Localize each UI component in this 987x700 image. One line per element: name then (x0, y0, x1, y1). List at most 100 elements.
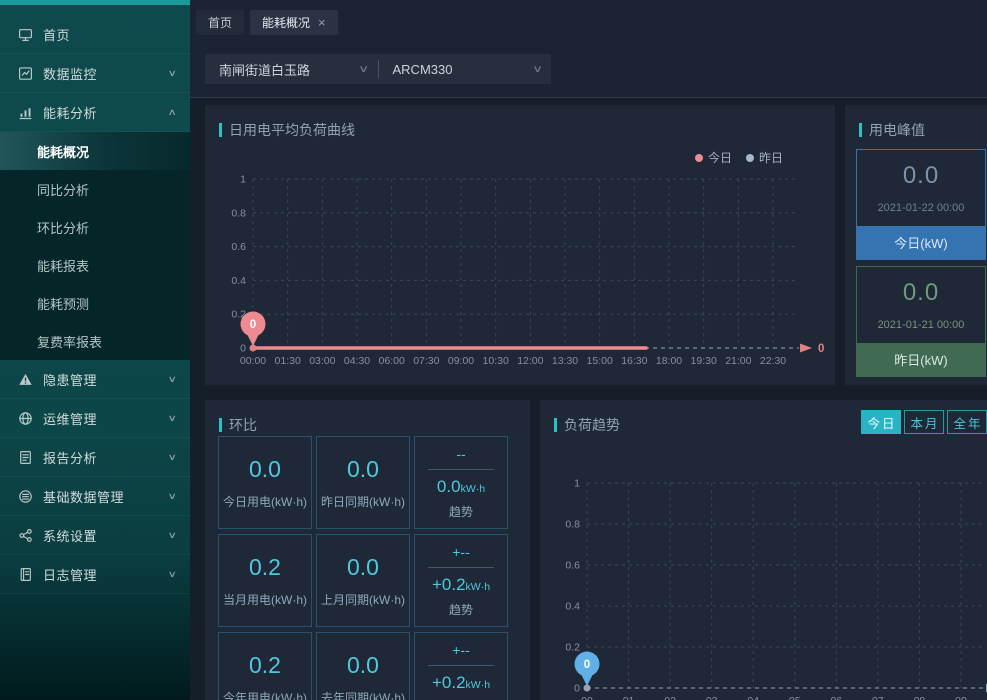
svg-text:00:00: 00:00 (240, 355, 266, 367)
sidebar-item[interactable]: 日志管理∨ (0, 555, 190, 594)
sidebar-item[interactable]: 系统设置∨ (0, 516, 190, 555)
title-accent-bar (219, 418, 222, 432)
daily-load-curve-chart: 00.20.40.60.8100:0001:3003:0004:3006:000… (213, 163, 827, 379)
sidebar-item-label: 运维管理 (43, 409, 169, 428)
svg-text:0.2: 0.2 (565, 642, 580, 654)
sidebar-subitem-label: 能耗预测 (37, 294, 89, 313)
svg-text:0.6: 0.6 (231, 241, 246, 253)
svg-text:07:30: 07:30 (413, 355, 439, 367)
svg-text:16:30: 16:30 (621, 355, 647, 367)
comparison-card: +--+0.2kW·h趋势 (414, 534, 508, 627)
sidebar-item-label: 日志管理 (43, 565, 169, 584)
tab[interactable]: 能耗概况× (250, 10, 338, 35)
station-select[interactable]: 南闸街道白玉路 ∨ (205, 54, 378, 84)
sidebar-item-label: 隐患管理 (43, 370, 169, 389)
panel-title: 日用电平均负荷曲线 (219, 120, 355, 140)
svg-text:0.8: 0.8 (231, 207, 246, 219)
sidebar-subitem[interactable]: 能耗预测 (0, 284, 190, 322)
panel-title: 负荷趋势 (554, 415, 620, 435)
sidebar-item[interactable]: 数据监控∨ (0, 54, 190, 93)
sidebar-subitem[interactable]: 能耗概况 (0, 132, 190, 170)
peak-card-label: 昨日(kW) (856, 344, 986, 377)
sidebar-subitem[interactable]: 同比分析 (0, 170, 190, 208)
close-icon[interactable]: × (318, 16, 326, 29)
trend-value-number: +0.2 (432, 575, 466, 594)
svg-text:03: 03 (706, 695, 718, 700)
device-select[interactable]: ARCM330 ∨ (379, 54, 552, 84)
sidebar-item-label: 基础数据管理 (43, 487, 169, 506)
sidebar-item[interactable]: 基础数据管理∨ (0, 477, 190, 516)
comparison-label: 去年同期(kW·h) (321, 689, 405, 700)
sidebar-item[interactable]: 运维管理∨ (0, 399, 190, 438)
device-select-value: ARCM330 (393, 62, 534, 77)
comparison-card: 0.2 当月用电(kW·h) (218, 534, 312, 627)
base-data-icon (18, 489, 33, 504)
svg-text:10:30: 10:30 (483, 355, 509, 367)
peak-card: 0.02021-01-22 00:00今日(kW) (856, 149, 986, 260)
main-header: 首页 能耗概况× 南闸街道白玉路 ∨ ARCM330 ∨ (190, 0, 987, 98)
sidebar-item[interactable]: 隐患管理∨ (0, 360, 190, 399)
title-accent-bar (219, 123, 222, 137)
chevron-down-icon: ∨ (168, 491, 177, 502)
panel-title-text: 用电峰值 (869, 120, 925, 140)
svg-text:0.6: 0.6 (565, 560, 580, 572)
svg-text:01: 01 (623, 695, 635, 700)
peak-cards: 0.02021-01-22 00:00今日(kW)0.02021-01-21 0… (856, 149, 986, 377)
range-button[interactable]: 本月 (904, 410, 944, 434)
svg-text:0: 0 (240, 343, 246, 355)
peak-value: 0.0 (857, 279, 985, 307)
svg-text:13:30: 13:30 (552, 355, 578, 367)
hazard-icon (18, 372, 33, 387)
comparison-value: 0.2 (249, 652, 281, 679)
sidebar-subitem-label: 复费率报表 (37, 332, 102, 351)
peak-card-body: 0.02021-01-21 00:00 (856, 266, 986, 344)
sidebar-subitem[interactable]: 环比分析 (0, 208, 190, 246)
svg-text:1: 1 (240, 174, 246, 186)
svg-text:21:00: 21:00 (725, 355, 751, 367)
sidebar-subitem-label: 环比分析 (37, 218, 89, 237)
sidebar-item[interactable]: 报告分析∨ (0, 438, 190, 477)
title-accent-bar (859, 123, 862, 137)
comparison-card: 0.0昨日同期(kW·h) (316, 436, 410, 529)
panel-title: 环比 (219, 415, 257, 435)
comparison-card: 0.0 去年同期(kW·h) (316, 632, 410, 700)
sidebar-item-label: 系统设置 (43, 526, 169, 545)
trend-value-unit: kW·h (466, 581, 491, 593)
ops-icon (18, 411, 33, 426)
svg-text:09: 09 (955, 695, 967, 700)
svg-text:07: 07 (872, 695, 884, 700)
tab-label: 首页 (208, 14, 232, 31)
svg-text:0: 0 (574, 683, 580, 695)
home-icon (18, 27, 33, 42)
peak-card-body: 0.02021-01-22 00:00 (856, 149, 986, 227)
sidebar-item[interactable]: 首页 (0, 15, 190, 54)
trend-label: 趋势 (449, 601, 473, 618)
svg-text:0.8: 0.8 (565, 519, 580, 531)
range-button[interactable]: 今日 (861, 410, 901, 434)
sidebar-item[interactable]: 能耗分析∧ (0, 93, 190, 132)
svg-text:15:00: 15:00 (587, 355, 613, 367)
svg-text:02: 02 (664, 695, 676, 700)
svg-text:01:30: 01:30 (275, 355, 301, 367)
tab-bar: 首页 能耗概况× (196, 10, 338, 35)
range-button[interactable]: 全年 (947, 410, 987, 434)
chevron-down-icon: ∨ (168, 530, 177, 541)
station-select-value: 南闸街道白玉路 (219, 60, 360, 79)
tab[interactable]: 首页 (196, 10, 244, 35)
trend-value: 0.0kW·h (437, 477, 485, 497)
trend-value: +0.2kW·h (432, 673, 490, 693)
comparison-value: 0.0 (347, 652, 379, 679)
comparison-label: 昨日同期(kW·h) (321, 493, 405, 510)
sidebar-subitem[interactable]: 复费率报表 (0, 322, 190, 360)
chevron-down-icon: ∨ (168, 68, 177, 79)
trend-value-number: 0.0 (437, 477, 461, 496)
trend-top-value: +-- (452, 642, 470, 658)
svg-text:04:30: 04:30 (344, 355, 370, 367)
panel-title-text: 负荷趋势 (564, 415, 620, 435)
trend-divider (428, 567, 494, 568)
comparison-value: 0.2 (249, 554, 281, 581)
sidebar-submenu: 能耗概况同比分析环比分析能耗报表能耗预测复费率报表 (0, 132, 190, 360)
trend-value-unit: kW·h (466, 679, 491, 691)
sidebar-subitem[interactable]: 能耗报表 (0, 246, 190, 284)
comparison-label: 当月用电(kW·h) (223, 591, 307, 608)
